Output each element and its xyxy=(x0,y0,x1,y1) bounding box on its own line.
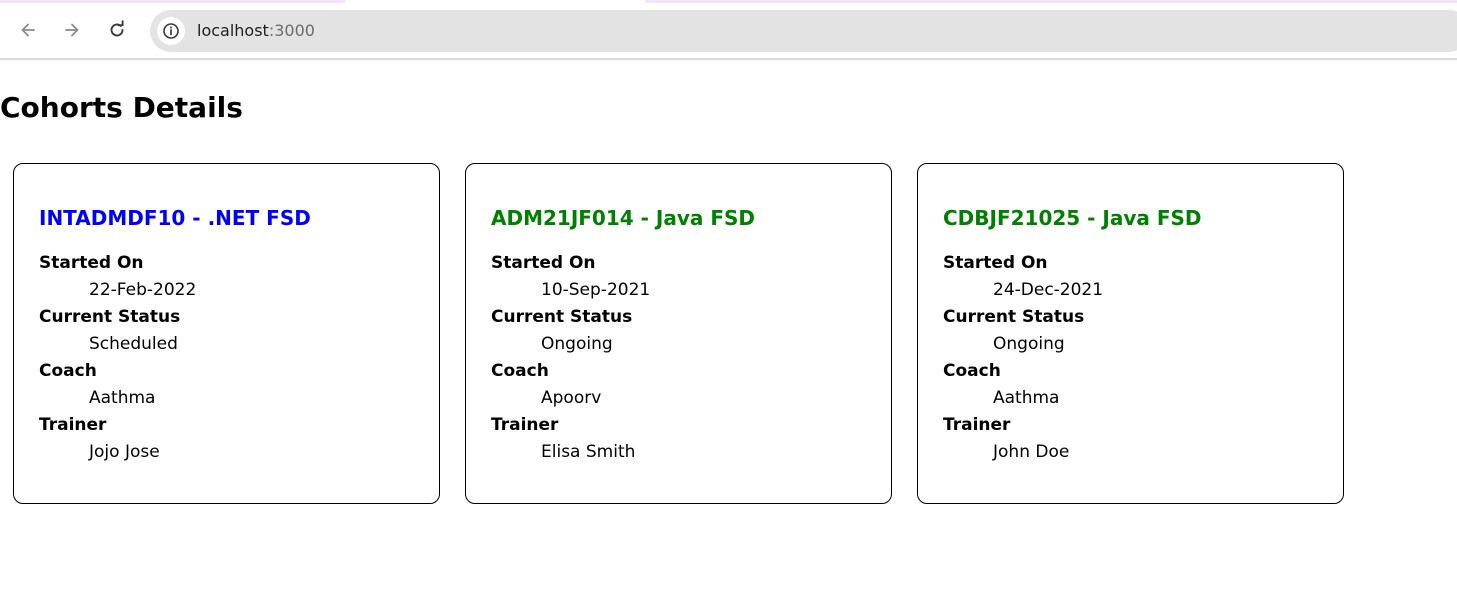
coach-value: Apoorv xyxy=(541,388,602,408)
coach-label: Coach xyxy=(39,361,97,381)
started-on-value: 10-Sep-2021 xyxy=(541,280,651,300)
coach-value: Aathma xyxy=(89,388,156,408)
site-info-button[interactable] xyxy=(157,17,185,45)
back-button[interactable] xyxy=(14,16,42,44)
current-status-value: Scheduled xyxy=(89,334,178,354)
started-on-label: Started On xyxy=(491,253,596,273)
cohort-card: INTADMDF10 - .NET FSD Started On 22-Feb-… xyxy=(13,163,440,504)
page-content: Cohorts Details INTADMDF10 - .NET FSD St… xyxy=(0,60,1457,609)
cohort-card-list: INTADMDF10 - .NET FSD Started On 22-Feb-… xyxy=(13,163,1344,504)
cohort-card-title: INTADMDF10 - .NET FSD xyxy=(39,206,311,230)
info-circle-icon xyxy=(163,23,179,39)
cohort-card: CDBJF21025 - Java FSD Started On 24-Dec-… xyxy=(917,163,1344,504)
cohort-card: ADM21JF014 - Java FSD Started On 10-Sep-… xyxy=(465,163,892,504)
coach-label: Coach xyxy=(943,361,1001,381)
current-status-label: Current Status xyxy=(491,307,633,327)
arrow-right-icon xyxy=(65,23,79,37)
arrow-left-icon xyxy=(21,23,35,37)
started-on-label: Started On xyxy=(943,253,1048,273)
forward-button[interactable] xyxy=(58,16,86,44)
browser-toolbar: localhost:3000 xyxy=(0,0,1457,60)
trainer-value: John Doe xyxy=(993,442,1070,462)
cohort-card-title: CDBJF21025 - Java FSD xyxy=(943,206,1202,230)
started-on-value: 22-Feb-2022 xyxy=(89,280,197,300)
trainer-label: Trainer xyxy=(943,415,1011,435)
trainer-value: Elisa Smith xyxy=(541,442,636,462)
current-status-label: Current Status xyxy=(943,307,1085,327)
reload-icon xyxy=(110,20,124,37)
page-title: Cohorts Details xyxy=(0,91,243,124)
url-text[interactable]: localhost:3000 xyxy=(197,21,315,41)
tab-strip xyxy=(0,0,1457,3)
current-status-value: Ongoing xyxy=(993,334,1065,354)
coach-value: Aathma xyxy=(993,388,1060,408)
current-status-value: Ongoing xyxy=(541,334,613,354)
trainer-value: Jojo Jose xyxy=(89,442,160,462)
address-bar[interactable]: localhost:3000 xyxy=(150,10,1457,52)
started-on-value: 24-Dec-2021 xyxy=(993,280,1104,300)
trainer-label: Trainer xyxy=(39,415,107,435)
coach-label: Coach xyxy=(491,361,549,381)
url-host: localhost xyxy=(197,21,269,40)
current-status-label: Current Status xyxy=(39,307,181,327)
url-port: :3000 xyxy=(268,21,315,40)
started-on-label: Started On xyxy=(39,253,144,273)
cohort-card-title: ADM21JF014 - Java FSD xyxy=(491,206,755,230)
reload-button[interactable] xyxy=(103,16,131,44)
trainer-label: Trainer xyxy=(491,415,559,435)
